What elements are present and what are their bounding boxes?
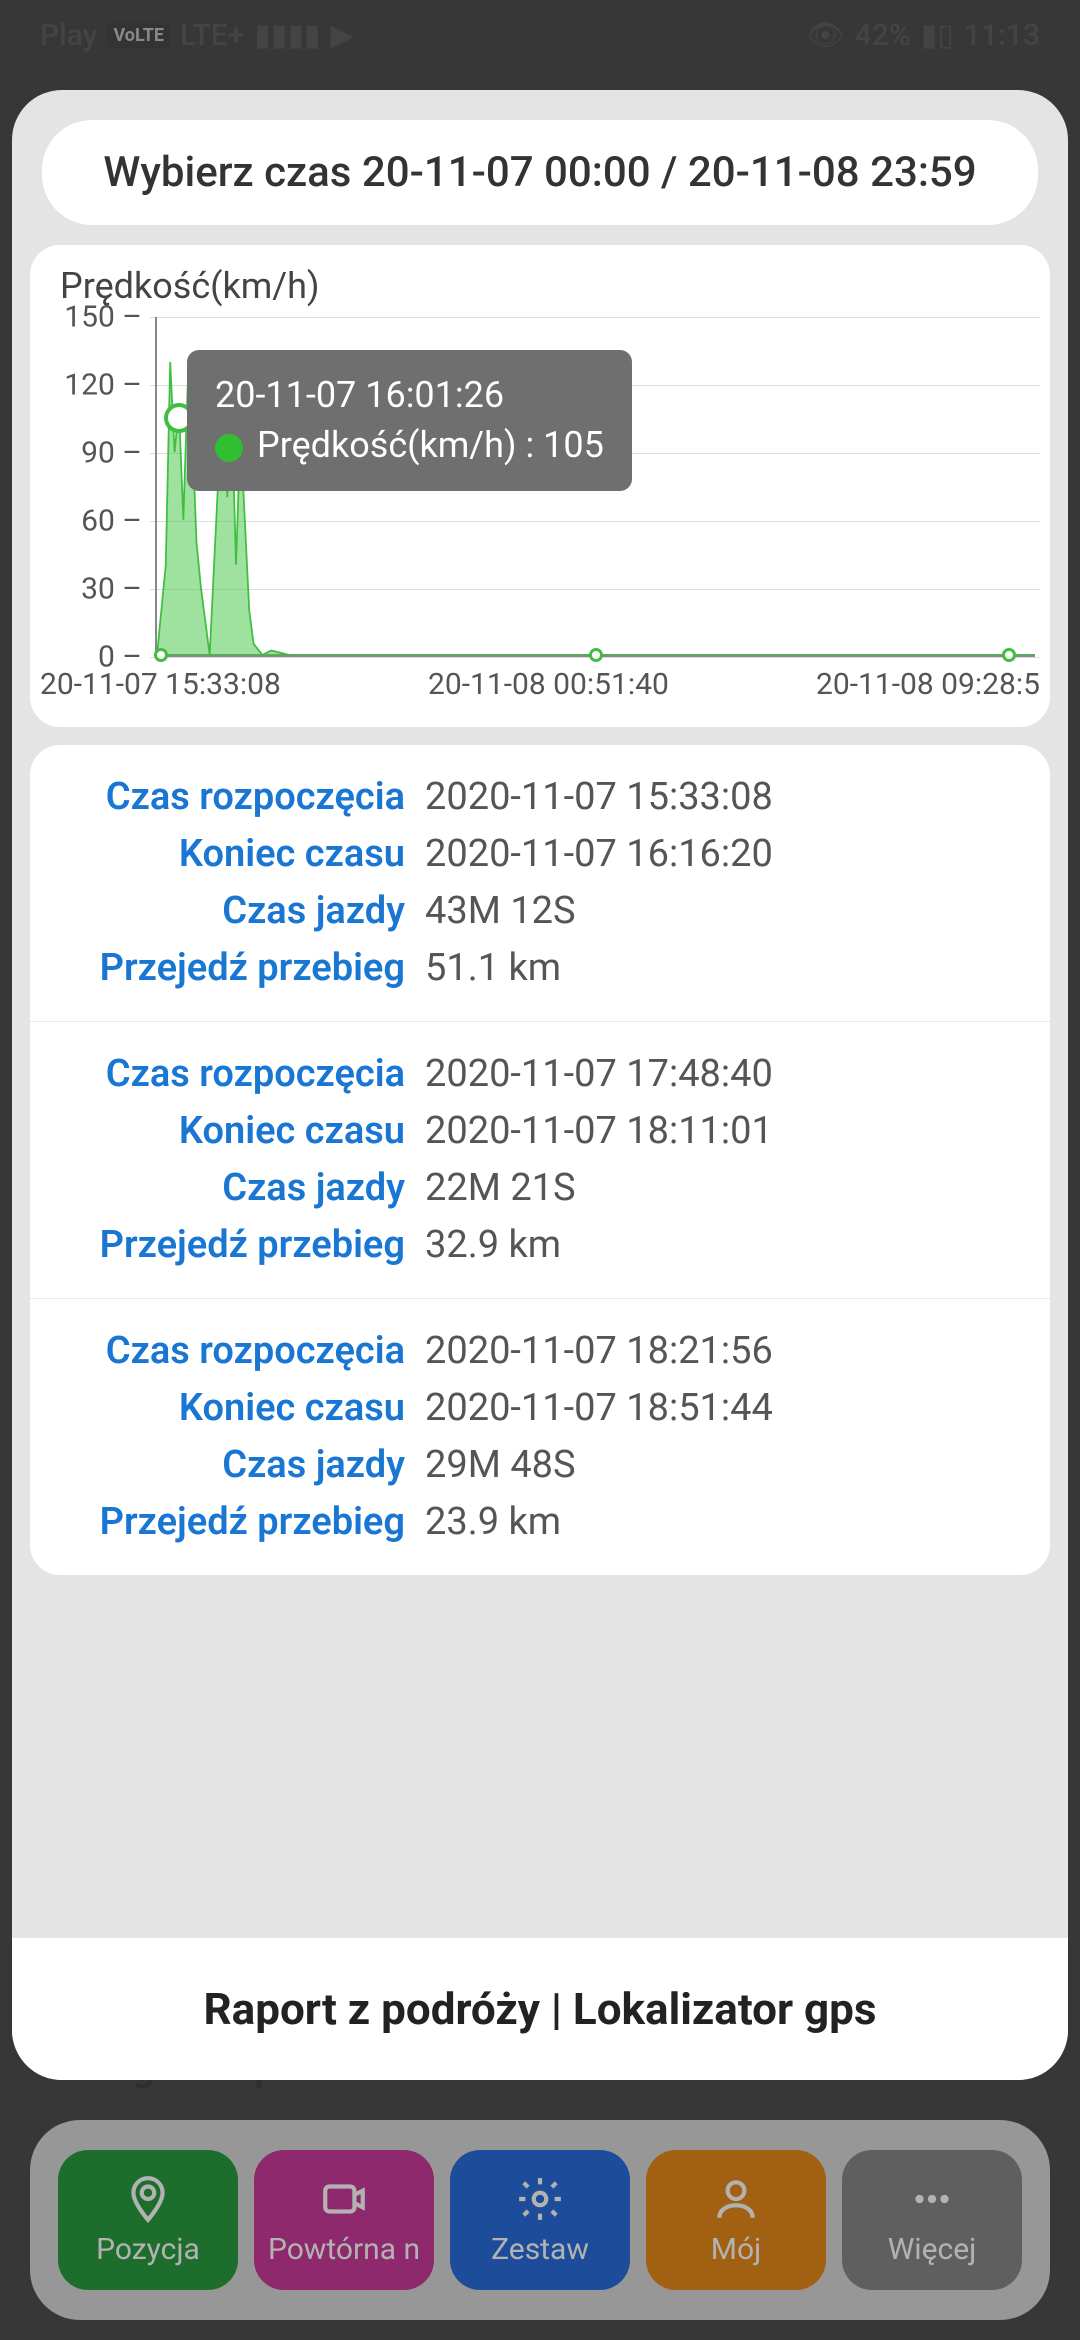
trip-value: 2020-11-07 17:48:40 <box>425 1046 773 1103</box>
trip-row: Koniec czasu2020-11-07 18:51:44 <box>60 1380 1020 1437</box>
lte-label: LTE+ <box>180 18 244 53</box>
youtube-icon: ▶ <box>330 18 353 53</box>
trip-row: Czas rozpoczęcia2020-11-07 17:48:40 <box>60 1046 1020 1103</box>
battery-icon: ▮▯ <box>921 18 954 53</box>
gear-icon <box>515 2174 565 2224</box>
trip-item[interactable]: Czas rozpoczęcia2020-11-07 17:48:40Konie… <box>30 1022 1050 1299</box>
trip-row: Przejedź przebieg23.9 km <box>60 1494 1020 1551</box>
trip-label: Koniec czasu <box>60 826 425 883</box>
trip-value: 2020-11-07 18:51:44 <box>425 1380 773 1437</box>
carrier-label: Play <box>40 18 97 53</box>
tooltip-dot-icon <box>215 434 243 462</box>
trip-value: 23.9 km <box>425 1494 561 1551</box>
nav-label: Więcej <box>888 2232 977 2267</box>
chart-baseline-marker <box>154 648 168 662</box>
trip-label: Czas jazdy <box>60 1160 425 1217</box>
chart-baseline-marker <box>1002 648 1016 662</box>
nav-label: Zestaw <box>491 2232 589 2267</box>
volte-badge: VoLTE <box>107 23 170 48</box>
bottom-nav: Pozycja Powtórna n Zestaw Mój Więcej <box>30 2120 1050 2320</box>
y-axis: 0 –30 –60 –90 –120 –150 – <box>40 317 150 657</box>
nav-powtorna[interactable]: Powtórna n <box>254 2150 434 2290</box>
trip-row: Czas jazdy43M 12S <box>60 883 1020 940</box>
trip-label: Czas rozpoczęcia <box>60 1046 425 1103</box>
trip-label: Koniec czasu <box>60 1103 425 1160</box>
trips-list: Czas rozpoczęcia2020-11-07 15:33:08Konie… <box>30 745 1050 1575</box>
trip-label: Czas rozpoczęcia <box>60 1323 425 1380</box>
tooltip-time: 20-11-07 16:01:26 <box>215 370 604 420</box>
y-tick: 30 – <box>81 572 142 607</box>
y-tick: 120 – <box>64 368 142 403</box>
x-tick: 20-11-08 00:51:40 <box>428 667 669 717</box>
trip-value: 22M 21S <box>425 1160 576 1217</box>
trip-value: 2020-11-07 18:11:01 <box>425 1103 773 1160</box>
nav-wiecej[interactable]: Więcej <box>842 2150 1022 2290</box>
pin-icon <box>123 2174 173 2224</box>
chart-tooltip: 20-11-07 16:01:26 Prędkość(km/h) : 105 <box>187 350 632 491</box>
trip-value: 51.1 km <box>425 940 561 997</box>
modal-footer: Raport z podróży | Lokalizator gps <box>12 1938 1068 2080</box>
battery-percent: 42% <box>855 18 911 53</box>
trip-value: 43M 12S <box>425 883 576 940</box>
trip-item[interactable]: Czas rozpoczęcia2020-11-07 18:21:56Konie… <box>30 1299 1050 1575</box>
trip-item[interactable]: Czas rozpoczęcia2020-11-07 15:33:08Konie… <box>30 745 1050 1022</box>
signal-icon: ▮▮▮▮ <box>254 18 320 53</box>
nav-label: Mój <box>711 2232 761 2267</box>
report-modal: Wybierz czas 20-11-07 00:00 / 20-11-08 2… <box>12 90 1068 2080</box>
tooltip-value: Prędkość(km/h) : 105 <box>257 424 604 466</box>
more-icon <box>907 2174 957 2224</box>
chart-title: Prędkość(km/h) <box>30 255 1050 317</box>
trip-label: Przejedź przebieg <box>60 1494 425 1551</box>
trip-row: Przejedź przebieg51.1 km <box>60 940 1020 997</box>
date-range-selector[interactable]: Wybierz czas 20-11-07 00:00 / 20-11-08 2… <box>42 120 1038 225</box>
trip-row: Czas rozpoczęcia2020-11-07 15:33:08 <box>60 769 1020 826</box>
nav-moj[interactable]: Mój <box>646 2150 826 2290</box>
trip-label: Przejedź przebieg <box>60 940 425 997</box>
trip-value: 2020-11-07 16:16:20 <box>425 826 773 883</box>
chart-baseline-marker <box>589 648 603 662</box>
trip-value: 32.9 km <box>425 1217 561 1274</box>
status-bar: Play VoLTE LTE+ ▮▮▮▮ ▶ 👁 42% ▮▯ 11:13 <box>0 0 1080 70</box>
trip-row: Koniec czasu2020-11-07 16:16:20 <box>60 826 1020 883</box>
trip-label: Czas rozpoczęcia <box>60 769 425 826</box>
trip-label: Koniec czasu <box>60 1380 425 1437</box>
user-icon <box>711 2174 761 2224</box>
nav-zestaw[interactable]: Zestaw <box>450 2150 630 2290</box>
trip-value: 2020-11-07 15:33:08 <box>425 769 773 826</box>
y-tick: 90 – <box>81 436 142 471</box>
trip-row: Przejedź przebieg32.9 km <box>60 1217 1020 1274</box>
trip-value: 2020-11-07 18:21:56 <box>425 1323 773 1380</box>
nav-label: Powtórna n <box>268 2232 420 2267</box>
speed-chart-card: Prędkość(km/h) 0 –30 –60 –90 –120 –150 –… <box>30 245 1050 727</box>
y-tick: 150 – <box>64 300 142 335</box>
trip-row: Czas jazdy29M 48S <box>60 1437 1020 1494</box>
nav-pozycja[interactable]: Pozycja <box>58 2150 238 2290</box>
trip-row: Koniec czasu2020-11-07 18:11:01 <box>60 1103 1020 1160</box>
camera-icon <box>319 2174 369 2224</box>
trip-label: Przejedź przebieg <box>60 1217 425 1274</box>
trip-label: Czas jazdy <box>60 1437 425 1494</box>
y-tick: 60 – <box>81 504 142 539</box>
x-axis: 20-11-07 15:33:08 20-11-08 00:51:40 20-11-… <box>40 667 1040 717</box>
x-tick: 20-11-08 09:28:5 <box>816 667 1040 717</box>
nav-label: Pozycja <box>96 2232 200 2267</box>
clock: 11:13 <box>964 18 1040 53</box>
trip-row: Czas rozpoczęcia2020-11-07 18:21:56 <box>60 1323 1020 1380</box>
x-tick: 20-11-07 15:33:08 <box>40 667 281 717</box>
trip-row: Czas jazdy22M 21S <box>60 1160 1020 1217</box>
trip-label: Czas jazdy <box>60 883 425 940</box>
trip-value: 29M 48S <box>425 1437 576 1494</box>
eye-icon: 👁 <box>807 18 845 53</box>
